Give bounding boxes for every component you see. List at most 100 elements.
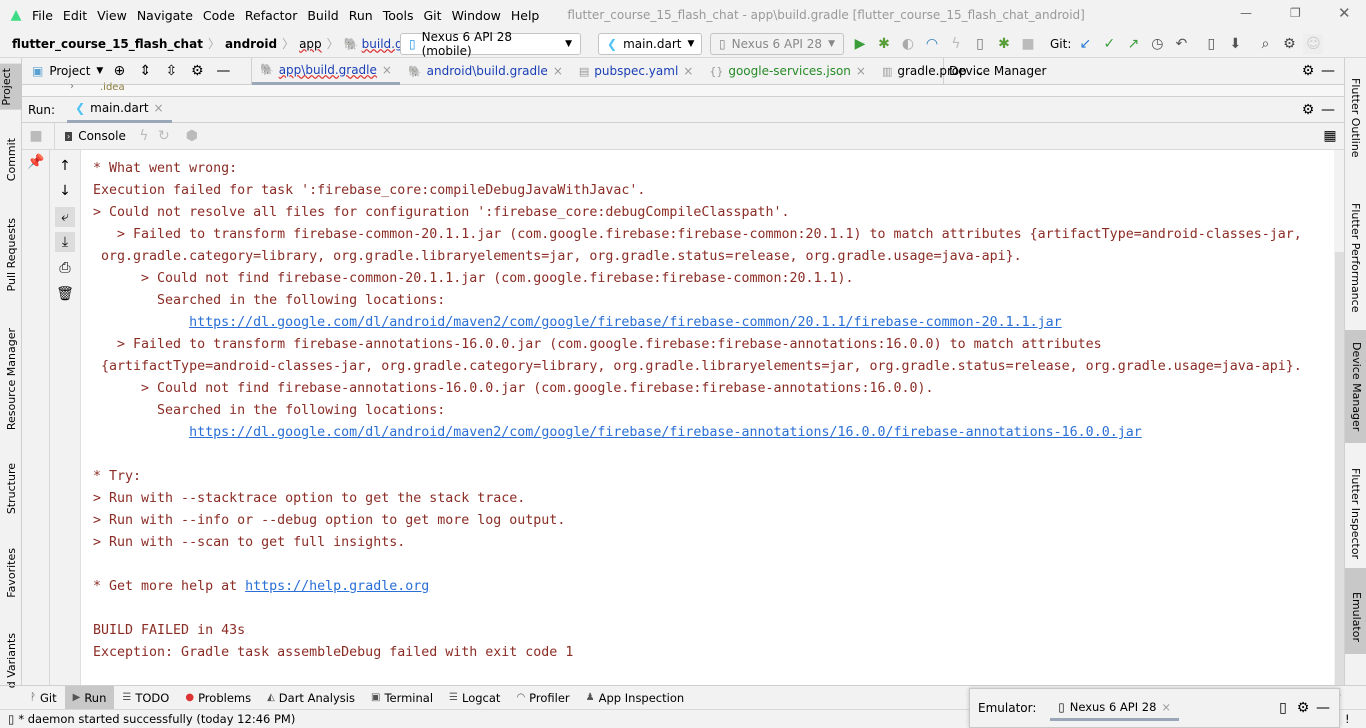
scroll-to-end-icon[interactable]: ⤓ [55,232,75,252]
coverage-icon[interactable]: ◐ [898,34,918,54]
minimize-button[interactable]: — [1240,6,1252,20]
hide-icon[interactable]: — [213,61,233,81]
tool-flutter-outline[interactable]: Flutter Outline [1349,78,1362,158]
settings-icon[interactable]: ⚙ [1279,34,1299,54]
close-icon[interactable]: × [553,64,563,78]
close-icon[interactable]: × [856,64,866,78]
tool-resource-manager[interactable]: Resource Manager [5,328,18,430]
avatar[interactable]: ☺ [1303,34,1324,54]
tool-device-manager[interactable]: Device Manager [1345,330,1366,444]
console-output[interactable]: * What went wrong: Execution failed for t… [80,150,1334,685]
stop-icon[interactable]: ■ [26,126,46,146]
menu-code[interactable]: Code [203,8,235,23]
breadcrumb-project[interactable]: flutter_course_15_flash_chat [12,37,203,51]
settings-icon[interactable]: ⚙ [1298,61,1318,81]
breadcrumb-app[interactable]: app [299,37,322,51]
hot-restart-icon[interactable]: ↻ [154,126,174,146]
notifications-icon[interactable]: ! [1345,712,1350,726]
git-update-icon[interactable]: ↙ [1075,34,1095,54]
menu-run[interactable]: Run [349,8,373,23]
bottom-tab-git[interactable]: ᚹ Git [22,686,65,710]
bottom-tab-logcat[interactable]: ☰ Logcat [441,686,508,710]
sdk-manager-icon[interactable]: ⬇ [1225,34,1245,54]
window-mode-icon[interactable]: ▯ [1273,698,1293,718]
debug-attach-icon[interactable]: ✱ [994,34,1014,54]
editor-tab[interactable]: 🐘 app\build.gradle × [252,58,400,85]
menu-file[interactable]: File [32,8,53,23]
collapse-all-icon[interactable]: ⇳ [161,61,181,81]
project-tree-item[interactable]: .idea [100,82,125,93]
scrollbar-thumb[interactable] [1335,252,1344,685]
bottom-tab-run[interactable]: ▶ Run [64,685,115,710]
rollback-icon[interactable]: ↶ [1171,34,1191,54]
emulator-tab[interactable]: ▯ Nexus 6 API 28 × [1050,695,1180,721]
menu-git[interactable]: Git [424,8,442,23]
history-icon[interactable]: ◷ [1147,34,1167,54]
editor-tab[interactable]: {} google-services.json × [701,58,874,85]
tool-favorites[interactable]: Favorites [5,548,18,598]
breadcrumb-android[interactable]: android [225,37,277,51]
console-link[interactable]: https://dl.google.com/dl/android/maven2/… [189,315,1062,330]
device-mirror-icon[interactable]: ▯ [1201,34,1221,54]
status-message[interactable]: * daemon started successfully (today 12:… [18,712,295,726]
debug-icon[interactable]: ✱ [874,34,894,54]
menu-view[interactable]: View [97,8,127,23]
bottom-tab-terminal[interactable]: ▣ Terminal [363,686,441,710]
console-tab[interactable]: Console [78,129,126,143]
menu-navigate[interactable]: Navigate [137,8,193,23]
run-config-selector[interactable]: ❮ main.dart ▼ [598,33,702,55]
bottom-tab-todo[interactable]: ☰ TODO [114,686,177,710]
stop-icon[interactable]: ■ [1018,34,1038,54]
device-selector[interactable]: ▯ Nexus 6 API 28 (mobile) ▼ [400,30,581,58]
menu-help[interactable]: Help [511,8,540,23]
tool-emulator[interactable]: Emulator [1345,568,1366,654]
bottom-tab-problems[interactable]: ● Problems [177,686,259,710]
tool-pull-requests[interactable]: Pull Requests [5,218,18,291]
close-icon[interactable]: × [683,64,693,78]
tool-flutter-inspector[interactable]: Flutter Inspector [1349,468,1362,559]
expand-all-icon[interactable]: ⇕ [135,61,155,81]
close-icon[interactable]: × [382,63,392,77]
menu-window[interactable]: Window [452,8,501,23]
run-icon[interactable]: ▶ [850,34,870,54]
close-window-button[interactable]: ✕ [1338,4,1351,22]
menu-tools[interactable]: Tools [383,8,414,23]
bottom-tab-dart-analysis[interactable]: ◭ Dart Analysis [259,686,363,710]
menu-edit[interactable]: Edit [63,8,87,23]
console-link[interactable]: https://help.gradle.org [245,579,429,594]
layout-icon[interactable]: ▦ [1320,126,1340,146]
settings-icon[interactable]: ⚙ [187,61,207,81]
hot-reload-icon[interactable]: ϟ [134,126,154,146]
project-view-selector[interactable]: Project [49,64,90,78]
pin-icon[interactable]: 📌 [26,152,46,172]
tool-flutter-performance[interactable]: Flutter Performance [1349,203,1362,312]
hide-icon[interactable]: — [1318,61,1338,81]
locate-icon[interactable]: ⊕ [109,61,129,81]
menu-refactor[interactable]: Refactor [245,8,297,23]
settings-icon[interactable]: ⚙ [1298,100,1318,120]
close-icon[interactable]: × [1161,700,1171,714]
soft-wrap-icon[interactable]: ⤶ [55,207,75,227]
menu-build[interactable]: Build [307,8,338,23]
print-icon[interactable]: ⎙ [55,258,75,278]
git-push-icon[interactable]: ↗ [1123,34,1143,54]
device-selector-secondary[interactable]: ▯ Nexus 6 API 28 ▼ [710,33,844,55]
up-arrow-icon[interactable]: ↑ [55,156,75,176]
bottom-tab-profiler[interactable]: ◠ Profiler [508,686,577,710]
hide-icon[interactable]: — [1318,100,1338,120]
editor-tab[interactable]: 🐘 android\build.gradle × [400,58,571,85]
close-icon[interactable]: × [154,101,164,115]
devtools-icon[interactable]: ⬢ [182,126,202,146]
run-tab-main-dart[interactable]: ❮ main.dart × [67,97,172,123]
tool-structure[interactable]: Structure [5,463,18,514]
editor-tab[interactable]: ▤ pubspec.yaml × [571,58,701,85]
settings-icon[interactable]: ⚙ [1293,698,1313,718]
profile-icon[interactable]: ◠ [922,34,942,54]
bottom-tab-app-inspection[interactable]: ♟ App Inspection [578,686,693,710]
down-arrow-icon[interactable]: ↓ [55,181,75,201]
restore-button[interactable]: ❐ [1290,6,1301,20]
tool-build-variants[interactable]: d Variants [5,633,18,688]
search-icon[interactable]: ⌕ [1255,34,1275,54]
tool-project[interactable]: Project [0,64,22,110]
hide-icon[interactable]: — [1313,698,1333,718]
